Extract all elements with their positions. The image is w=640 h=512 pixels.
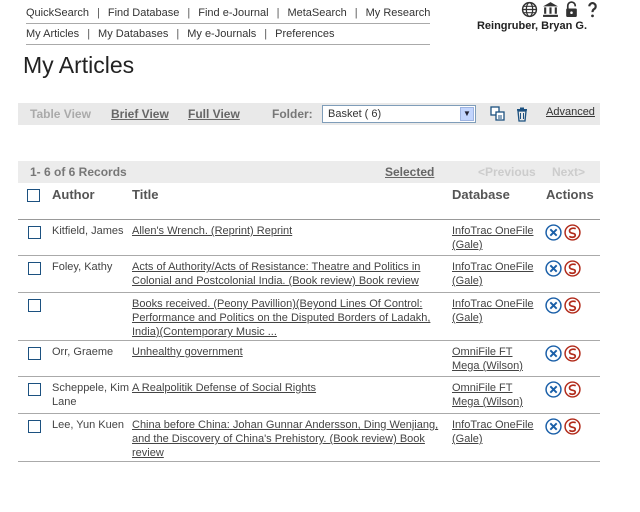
table-row: Kitfield, James Allen's Wrench. (Reprint… — [18, 220, 600, 256]
globe-icon[interactable] — [521, 1, 538, 18]
nav-my-databases[interactable]: My Databases — [98, 28, 168, 40]
select-all-checkbox[interactable] — [27, 189, 40, 205]
export-icon[interactable] — [564, 381, 581, 401]
brief-view-link[interactable]: Brief View — [111, 107, 169, 121]
row-title-link[interactable]: A Realpolitik Defense of Social Rights — [132, 381, 440, 395]
page-title: My Articles — [23, 52, 135, 78]
row-database-link[interactable]: OmniFile FT Mega (Wilson) — [452, 381, 542, 409]
user-name: Reingruber, Bryan G. — [476, 20, 587, 32]
folder-label: Folder: — [272, 107, 313, 121]
nav-metasearch[interactable]: MetaSearch — [287, 7, 346, 19]
remove-icon[interactable] — [545, 297, 562, 317]
nav-separator: | — [276, 7, 280, 19]
database-header[interactable]: Database — [452, 187, 510, 202]
nav-preferences[interactable]: Preferences — [275, 28, 334, 40]
row-database-link[interactable]: InfoTrac OneFile (Gale) — [452, 297, 542, 325]
copy-to-folder-icon[interactable] — [490, 106, 506, 122]
top-navigation: QuickSearch | Find Database | Find e-Journal… — [26, 3, 431, 45]
nav-my-articles[interactable]: My Articles — [26, 28, 79, 40]
records-bar: 1- 6 of 6 Records Selected <Previous Nex… — [18, 161, 600, 183]
nav-separator: | — [264, 28, 268, 40]
remove-icon[interactable] — [545, 345, 562, 365]
nav-separator: | — [96, 7, 100, 19]
remove-icon[interactable] — [545, 381, 562, 401]
row-checkbox[interactable] — [28, 226, 41, 242]
export-icon[interactable] — [564, 345, 581, 365]
export-icon[interactable] — [564, 224, 581, 244]
row-author: Scheppele, Kim Lane — [52, 382, 130, 408]
next-link: Next> — [552, 165, 586, 179]
row-title-link[interactable]: Books received. (Peony Pavillion)(Beyond… — [132, 297, 440, 339]
export-icon[interactable] — [564, 260, 581, 280]
table-row: Lee, Yun Kuen China before China: Johan … — [18, 414, 600, 462]
row-checkbox[interactable] — [28, 420, 41, 436]
row-checkbox[interactable] — [28, 347, 41, 363]
help-icon[interactable] — [584, 1, 601, 18]
row-title-link[interactable]: Acts of Authority/Acts of Resistance: Th… — [132, 260, 440, 288]
view-toolbar: Table View Brief View Full View Folder: … — [18, 103, 600, 125]
table-view-tab: Table View — [30, 107, 91, 121]
table-row: Orr, Graeme Unhealthy government OmniFil… — [18, 341, 600, 377]
row-actions — [545, 418, 581, 438]
title-header[interactable]: Title — [132, 187, 159, 202]
row-database-link[interactable]: OmniFile FT Mega (Wilson) — [452, 345, 542, 373]
nav-separator: | — [354, 7, 358, 19]
row-title-link[interactable]: China before China: Johan Gunnar Anderss… — [132, 418, 440, 460]
lock-icon[interactable] — [563, 1, 580, 18]
row-title-link[interactable]: Unhealthy government — [132, 345, 440, 359]
row-checkbox[interactable] — [28, 299, 41, 315]
trash-icon[interactable] — [514, 106, 530, 122]
selected-link[interactable]: Selected — [385, 165, 434, 179]
row-author: Kitfield, James — [52, 225, 124, 237]
nav-find-database[interactable]: Find Database — [108, 7, 180, 19]
folder-select[interactable]: Basket ( 6) ▼ — [322, 105, 476, 123]
remove-icon[interactable] — [545, 260, 562, 280]
row-database-link[interactable]: InfoTrac OneFile (Gale) — [452, 260, 542, 288]
table-header: Author Title Database Actions — [18, 183, 600, 220]
row-checkbox[interactable] — [28, 383, 41, 399]
nav-separator: | — [176, 28, 180, 40]
row-actions — [545, 381, 581, 401]
row-title-link[interactable]: Allen's Wrench. (Reprint) Reprint — [132, 224, 440, 238]
primary-nav: QuickSearch | Find Database | Find e-Journal… — [26, 3, 431, 24]
full-view-link[interactable]: Full View — [188, 107, 240, 121]
nav-my-ejournals[interactable]: My e-Journals — [187, 28, 256, 40]
nav-separator: | — [187, 7, 191, 19]
advanced-link[interactable]: Advanced — [546, 106, 595, 118]
table-row: Books received. (Peony Pavillion)(Beyond… — [18, 293, 600, 341]
nav-quicksearch[interactable]: QuickSearch — [26, 7, 89, 19]
library-icon[interactable] — [542, 1, 559, 18]
row-database-link[interactable]: InfoTrac OneFile (Gale) — [452, 224, 542, 252]
export-icon[interactable] — [564, 418, 581, 438]
nav-separator: | — [87, 28, 91, 40]
remove-icon[interactable] — [545, 224, 562, 244]
nav-my-research[interactable]: My Research — [366, 7, 431, 19]
row-author: Orr, Graeme — [52, 346, 114, 358]
row-actions — [545, 345, 581, 365]
secondary-nav: My Articles | My Databases | My e-Journals | P… — [26, 24, 431, 45]
chevron-down-icon[interactable]: ▼ — [460, 107, 474, 121]
remove-icon[interactable] — [545, 418, 562, 438]
row-actions — [545, 260, 581, 280]
row-database-link[interactable]: InfoTrac OneFile (Gale) — [452, 418, 542, 446]
author-header[interactable]: Author — [52, 187, 95, 202]
row-author: Lee, Yun Kuen — [52, 419, 124, 431]
previous-link: <Previous — [478, 165, 536, 179]
table-row: Foley, Kathy Acts of Authority/Acts of R… — [18, 256, 600, 293]
record-count: 1- 6 of 6 Records — [30, 165, 127, 179]
row-author: Foley, Kathy — [52, 261, 113, 273]
row-actions — [545, 224, 581, 244]
export-icon[interactable] — [564, 297, 581, 317]
table-row: Scheppele, Kim Lane A Realpolitik Defens… — [18, 377, 600, 414]
utility-icons — [521, 1, 601, 18]
articles-table: Author Title Database Actions Kitfield, … — [18, 183, 600, 462]
folder-select-value: Basket ( 6) — [328, 108, 382, 120]
row-actions — [545, 297, 581, 317]
nav-find-ejournal[interactable]: Find e-Journal — [198, 7, 268, 19]
actions-header: Actions — [546, 187, 594, 202]
row-checkbox[interactable] — [28, 262, 41, 278]
